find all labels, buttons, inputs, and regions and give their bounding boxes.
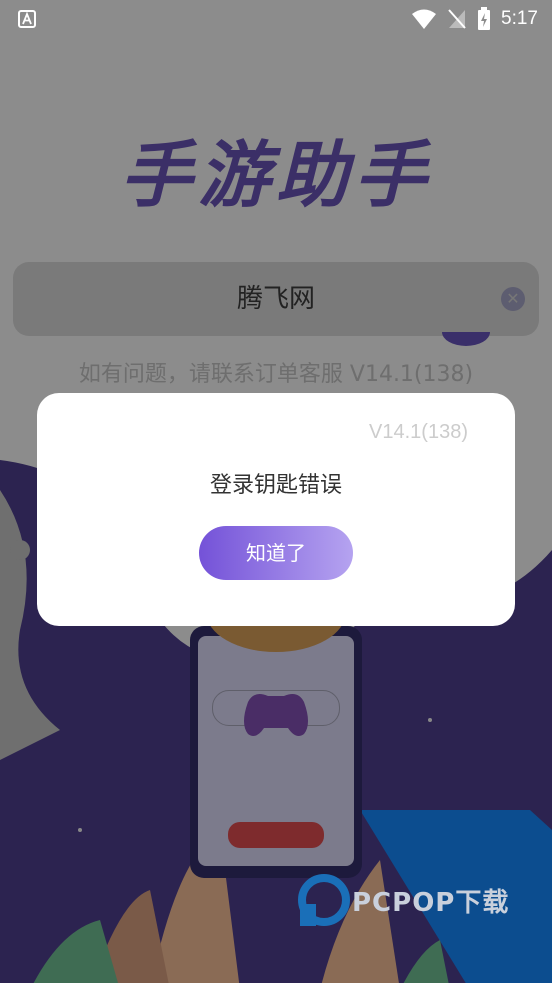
error-dialog: V14.1(138) 登录钥匙错误 知道了 (37, 393, 515, 626)
notification-icon (18, 10, 36, 28)
status-time: 5:17 (501, 8, 538, 29)
status-right: 5:17 (411, 6, 538, 32)
wifi-icon (412, 9, 437, 29)
clear-icon[interactable]: ✕ (501, 287, 525, 311)
purple-orb (442, 332, 490, 346)
watermark: PCPOP下载 (296, 874, 508, 926)
dialog-confirm-button[interactable]: 知道了 (199, 526, 353, 580)
phone-red-button (228, 822, 324, 848)
gamepad-icon (244, 694, 308, 736)
watermark-text: PCPOP下载 (352, 888, 510, 918)
signal-off-icon (448, 9, 466, 29)
key-input-value[interactable]: 腾飞网 (13, 262, 539, 336)
dialog-version: V14.1(138) (369, 421, 468, 443)
watermark-logo-icon (298, 874, 350, 926)
key-input-field[interactable]: 腾飞网 ✕ (13, 262, 539, 336)
dialog-message: 登录钥匙错误 (209, 473, 342, 498)
app-title: 手游助手 (119, 133, 432, 217)
battery-charging-icon (478, 7, 491, 30)
status-bar: 5:17 (0, 0, 552, 40)
contact-text: 如有问题，请联系订单客服 V14.1(138) (78, 362, 474, 387)
